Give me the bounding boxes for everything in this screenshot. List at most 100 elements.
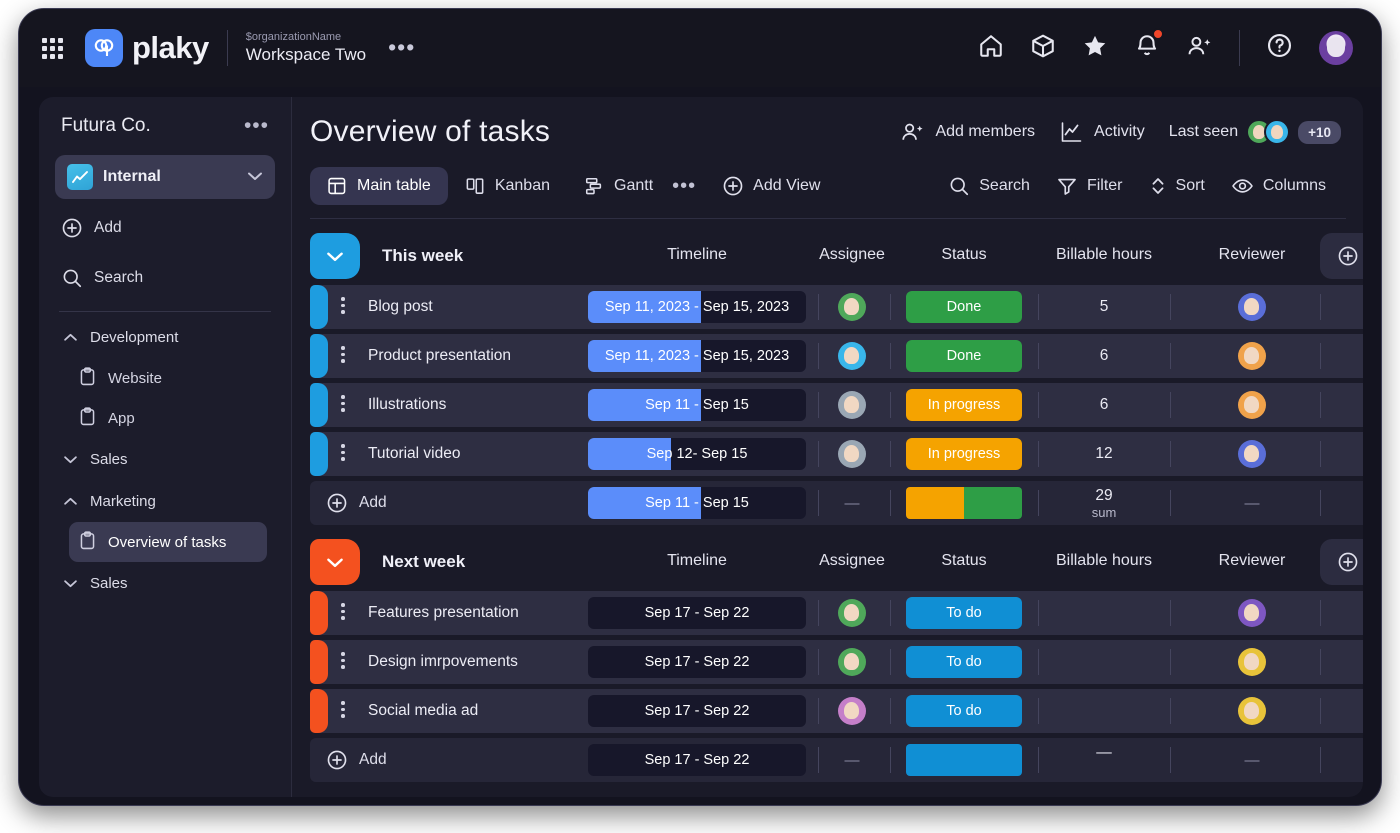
sidebar-item-app[interactable]: App: [69, 398, 275, 438]
sidebar-group-marketing[interactable]: Marketing: [55, 480, 275, 522]
sidebar-group-sales[interactable]: Sales: [55, 438, 275, 480]
sidebar-group-sales[interactable]: Sales: [55, 562, 275, 604]
add-members-button[interactable]: Add members: [900, 120, 1035, 144]
task-name[interactable]: Design imrpovements: [368, 653, 518, 671]
add-row-button[interactable]: Add: [326, 492, 387, 514]
row-menu-icon[interactable]: [341, 652, 345, 669]
sidebar-add-button[interactable]: Add: [55, 207, 275, 249]
timeline-cell[interactable]: Sep 11 - Sep 15: [588, 389, 806, 421]
column-header-timeline[interactable]: Timeline: [617, 246, 777, 264]
sidebar-item-overview-of-tasks[interactable]: Overview of tasks: [69, 522, 267, 562]
status-cell[interactable]: To do: [906, 597, 1022, 629]
task-name[interactable]: Product presentation: [368, 347, 511, 365]
column-header-status[interactable]: Status: [884, 552, 1044, 570]
timeline-cell[interactable]: Sep 17 - Sep 22: [588, 695, 806, 727]
cube-icon[interactable]: [1030, 33, 1056, 64]
table-row[interactable]: Design imrpovementsSep 17 - Sep 22To do: [310, 640, 1363, 684]
sidebar-group-development[interactable]: Development: [55, 316, 275, 358]
assignee-cell[interactable]: [838, 293, 866, 321]
table-row[interactable]: Tutorial videoSep 12- Sep 15In progress1…: [310, 432, 1363, 476]
billable-hours-cell[interactable]: 6: [1054, 347, 1154, 365]
tab-kanban[interactable]: Kanban: [448, 167, 567, 205]
task-name[interactable]: Tutorial video: [368, 445, 460, 463]
status-distribution-bar[interactable]: [906, 487, 1022, 519]
reviewer-cell[interactable]: [1238, 440, 1266, 468]
summary-timeline-cell[interactable]: Sep 17 - Sep 22: [588, 744, 806, 776]
filter-button[interactable]: Filter: [1056, 175, 1123, 197]
reviewer-cell[interactable]: [1238, 391, 1266, 419]
status-cell[interactable]: In progress: [906, 389, 1022, 421]
billable-hours-cell[interactable]: 6: [1054, 396, 1154, 414]
table-row[interactable]: Product presentation Sep 11, 2023 - Sep 1…: [310, 334, 1363, 378]
task-name[interactable]: Blog post: [368, 298, 433, 316]
add-view-button[interactable]: Add View: [722, 175, 820, 197]
views-more-button[interactable]: •••: [672, 181, 696, 191]
status-cell[interactable]: Done: [906, 340, 1022, 372]
column-header-hours[interactable]: Billable hours: [1024, 552, 1184, 570]
add-row-button[interactable]: Add: [326, 749, 387, 771]
workspace-more-button[interactable]: •••: [388, 41, 415, 55]
table-row[interactable]: Social media ad Sep 17 - Sep 22 To do: [310, 689, 1363, 733]
workspace-block[interactable]: $organizationName Workspace Two: [246, 31, 366, 66]
row-menu-icon[interactable]: [341, 603, 345, 620]
reviewer-cell[interactable]: [1238, 293, 1266, 321]
summary-timeline-cell[interactable]: Sep 11 - Sep 15: [588, 487, 806, 519]
tab-main-table[interactable]: Main table: [310, 167, 448, 205]
reviewer-cell[interactable]: [1238, 599, 1266, 627]
search-button[interactable]: Search: [948, 175, 1030, 197]
timeline-cell[interactable]: Sep 17 - Sep 22: [588, 597, 806, 629]
assignee-cell[interactable]: [838, 599, 866, 627]
home-icon[interactable]: [978, 33, 1004, 64]
status-cell[interactable]: In progress: [906, 438, 1022, 470]
table-row[interactable]: Features presentation Sep 17 - Sep 22 To d…: [310, 591, 1363, 635]
sidebar-more-button[interactable]: •••: [244, 121, 269, 132]
billable-hours-cell[interactable]: 12: [1054, 445, 1154, 463]
billable-hours-cell[interactable]: 5: [1054, 298, 1154, 316]
column-header-reviewer[interactable]: Reviewer: [1172, 246, 1332, 264]
timeline-cell[interactable]: Sep 11, 2023 - Sep 15, 2023: [588, 291, 806, 323]
user-avatar[interactable]: [1319, 31, 1353, 65]
reviewer-cell[interactable]: [1238, 342, 1266, 370]
board-selector[interactable]: Internal: [55, 155, 275, 199]
assignee-cell[interactable]: [838, 440, 866, 468]
bell-icon[interactable]: [1134, 33, 1160, 64]
column-header-reviewer[interactable]: Reviewer: [1172, 552, 1332, 570]
row-menu-icon[interactable]: [341, 395, 345, 412]
assignee-cell[interactable]: [838, 648, 866, 676]
star-icon[interactable]: [1082, 33, 1108, 64]
sidebar-search-button[interactable]: Search: [55, 257, 275, 299]
group-collapse-toggle[interactable]: [310, 233, 360, 279]
assignee-cell[interactable]: [838, 342, 866, 370]
timeline-cell[interactable]: Sep 17 - Sep 22: [588, 646, 806, 678]
sidebar-item-website[interactable]: Website: [69, 358, 275, 398]
overflow-count-badge[interactable]: +10: [1298, 121, 1341, 144]
status-distribution-bar[interactable]: [906, 744, 1022, 776]
add-column-button[interactable]: [1320, 539, 1363, 585]
column-header-hours[interactable]: Billable hours: [1024, 246, 1184, 264]
plaky-logo-icon[interactable]: [85, 29, 123, 67]
add-column-button[interactable]: [1320, 233, 1363, 279]
reviewer-cell[interactable]: [1238, 697, 1266, 725]
add-person-icon[interactable]: [1186, 33, 1213, 64]
table-row[interactable]: Illustrations Sep 11 - Sep 15 In progress 6: [310, 383, 1363, 427]
group-collapse-toggle[interactable]: [310, 539, 360, 585]
column-header-timeline[interactable]: Timeline: [617, 552, 777, 570]
last-seen-avatars[interactable]: [1246, 119, 1290, 145]
column-header-status[interactable]: Status: [884, 246, 1044, 264]
task-name[interactable]: Illustrations: [368, 396, 446, 414]
columns-button[interactable]: Columns: [1231, 175, 1326, 197]
group-name[interactable]: Next week: [382, 552, 465, 572]
reviewer-cell[interactable]: [1238, 648, 1266, 676]
help-icon[interactable]: [1266, 32, 1293, 64]
group-name[interactable]: This week: [382, 246, 463, 266]
task-name[interactable]: Social media ad: [368, 702, 478, 720]
table-row[interactable]: Blog post2Sep 11, 2023 - Sep 15, 2023Don…: [310, 285, 1363, 329]
task-name[interactable]: Features presentation: [368, 604, 519, 622]
status-cell[interactable]: To do: [906, 695, 1022, 727]
timeline-cell[interactable]: Sep 11, 2023 - Sep 15, 2023: [588, 340, 806, 372]
tab-gantt[interactable]: Gantt: [567, 167, 670, 205]
row-menu-icon[interactable]: [341, 701, 345, 718]
assignee-cell[interactable]: [838, 697, 866, 725]
row-menu-icon[interactable]: [341, 444, 345, 461]
status-cell[interactable]: Done: [906, 291, 1022, 323]
